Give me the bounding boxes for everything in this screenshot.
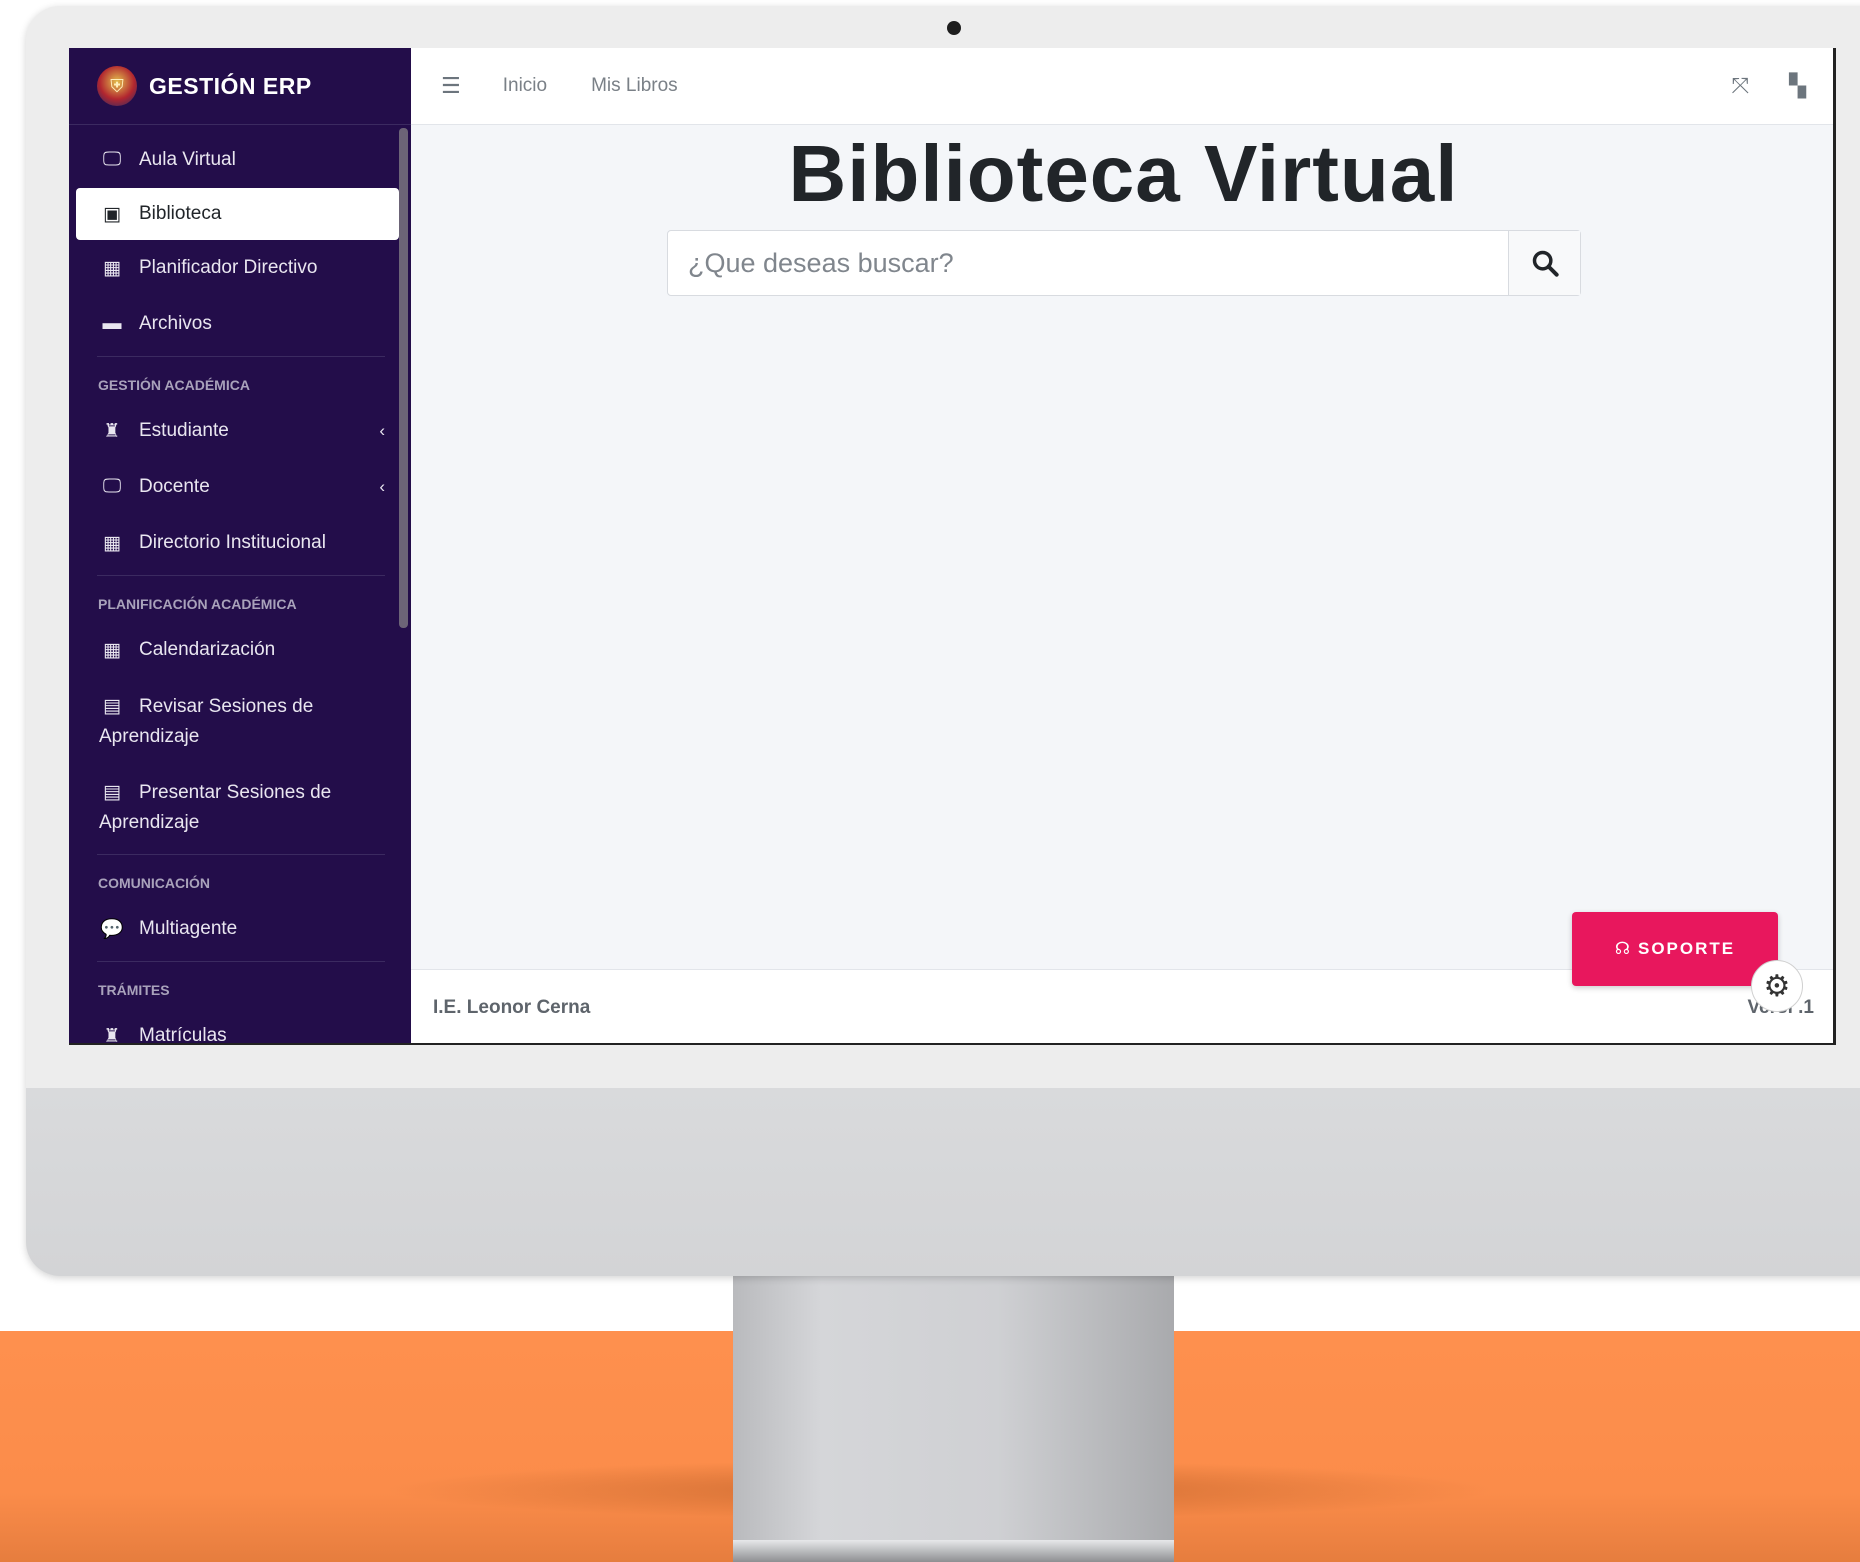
section-tramites: TRÁMITES [98, 982, 170, 998]
sidebar-item-aula-virtual[interactable]: 🖵 Aula Virtual [69, 132, 399, 188]
sidebar-item-label: Biblioteca [139, 203, 222, 224]
camera-dot [947, 21, 961, 35]
expand-icon[interactable]: ⤧ [1731, 73, 1749, 99]
sidebar-item-calendarizacion[interactable]: ▦ Calendarización [69, 622, 399, 678]
chevron-left-icon: ‹ [379, 477, 385, 496]
book-icon: ▣ [103, 203, 121, 225]
user-graduate-icon: ♜ [103, 420, 121, 442]
sidebar-item-label: Multiagente [139, 918, 238, 939]
sidebar-item-label: Archivos [139, 313, 212, 334]
sidebar-item-label: Matrículas [139, 1025, 227, 1045]
user-graduate-icon: ♜ [103, 1025, 121, 1045]
openai-logo-icon[interactable]: ⚙ [1751, 960, 1803, 1012]
sidebar-item-text: Revisar Sesiones de Aprendizaje [99, 696, 314, 747]
hamburger-icon[interactable]: ☰ [441, 73, 461, 99]
sidebar-item-label: ▤ Revisar Sesiones de Aprendizaje [99, 692, 389, 752]
sidebar-scrollbar[interactable] [399, 128, 408, 628]
screen: ⛨ GESTIÓN ERP 🖵 Aula Virtual ▣ Bibliotec… [69, 48, 1836, 1045]
brand-title: GESTIÓN ERP [149, 72, 312, 99]
chevron-left-icon: ‹ [379, 421, 385, 440]
chalkboard-teacher-icon: 🖵 [102, 149, 122, 170]
sidebar-item-revisar-sesiones[interactable]: ▤ Revisar Sesiones de Aprendizaje [69, 678, 399, 764]
sidebar-item-multiagente[interactable]: 💬 Multiagente [69, 901, 399, 957]
sidebar-item-docente[interactable]: 🖵 Docente ‹ [69, 459, 399, 515]
sidebar-item-label: Planificador Directivo [139, 257, 318, 278]
search-input[interactable] [668, 231, 1508, 295]
sidebar-item-estudiante[interactable]: ♜ Estudiante ‹ [69, 403, 399, 459]
sidebar-nav: 🖵 Aula Virtual ▣ Biblioteca ▦ Planificad… [69, 132, 399, 1045]
topbar-actions: ⤧ ▚ [1731, 73, 1806, 99]
calendar-icon: ▦ [103, 532, 121, 554]
sidebar-item-biblioteca[interactable]: ▣ Biblioteca [76, 188, 399, 240]
monitor-stand-foot [733, 1540, 1174, 1562]
shield-crest-icon: ⛨ [97, 66, 137, 106]
file-icon: ▤ [103, 782, 121, 803]
sidebar-item-label: Directorio Institucional [139, 532, 326, 553]
sidebar-item-presentar-sesiones[interactable]: ▤ Presentar Sesiones de Aprendizaje [69, 764, 399, 850]
calendar-icon: ▦ [103, 639, 121, 661]
chalkboard-teacher-icon: 🖵 [102, 476, 122, 497]
hdd-icon: ▬ [102, 313, 122, 334]
support-button[interactable]: ☊ SOPORTE [1572, 912, 1778, 986]
sidebar-item-matriculas[interactable]: ♜ Matrículas [69, 1008, 399, 1045]
topbar: ☰ Inicio Mis Libros ⤧ ▚ [411, 48, 1833, 125]
section-comunicacion: COMUNICACIÓN [98, 875, 210, 891]
brand[interactable]: ⛨ GESTIÓN ERP [69, 48, 411, 125]
nav-link-mis-libros[interactable]: Mis Libros [591, 75, 678, 97]
sidebar-item-directorio-institucional[interactable]: ▦ Directorio Institucional [69, 515, 399, 571]
sidebar-item-label: Docente [139, 476, 210, 497]
support-label: SOPORTE [1637, 939, 1736, 958]
sidebar-item-label: Aula Virtual [139, 149, 236, 170]
nav-link-inicio[interactable]: Inicio [503, 75, 547, 97]
page-title: Biblioteca Virtual [788, 129, 1459, 218]
section-planificacion-academica: PLANIFICACIÓN ACADÉMICA [98, 596, 297, 612]
headset-icon: ☊ [1614, 939, 1630, 958]
grid-icon[interactable]: ▚ [1789, 73, 1806, 99]
sidebar-item-planificador-directivo[interactable]: ▦ Planificador Directivo [69, 240, 399, 296]
search-button[interactable] [1508, 231, 1580, 295]
monitor-stand [733, 1276, 1174, 1562]
footer-org: I.E. Leonor Cerna [433, 996, 591, 1018]
sidebar-item-label: ▤ Presentar Sesiones de Aprendizaje [99, 778, 389, 838]
calendar-icon: ▦ [103, 257, 121, 279]
sidebar-item-label: Calendarización [139, 639, 276, 660]
sidebar: ⛨ GESTIÓN ERP 🖵 Aula Virtual ▣ Bibliotec… [69, 48, 411, 1045]
monitor-chin [26, 1088, 1860, 1276]
section-gestion-academica: GESTIÓN ACADÉMICA [98, 377, 250, 393]
search-icon [1532, 250, 1559, 277]
sidebar-item-text: Presentar Sesiones de Aprendizaje [99, 782, 332, 833]
file-icon: ▤ [103, 696, 121, 717]
comments-icon: 💬 [100, 919, 124, 940]
sidebar-item-archivos[interactable]: ▬ Archivos [69, 296, 399, 352]
search-bar [667, 230, 1581, 296]
sidebar-item-label: Estudiante [139, 420, 229, 441]
